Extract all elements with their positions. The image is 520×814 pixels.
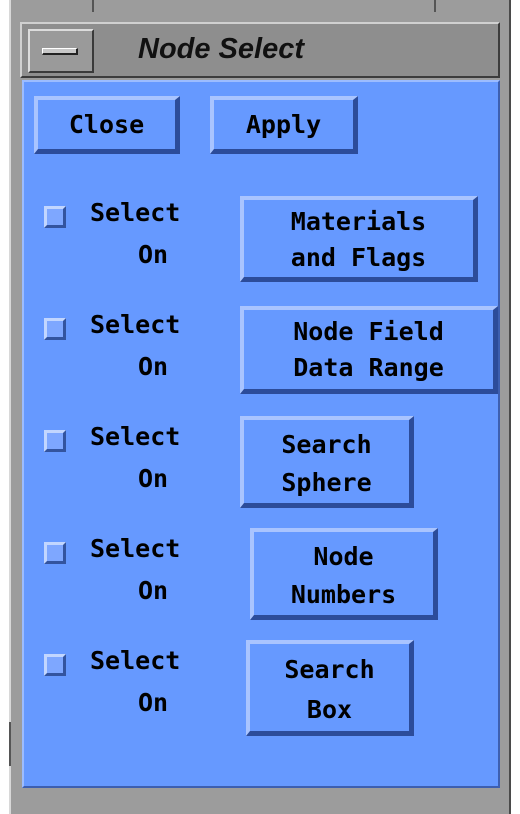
button-label: Node — [313, 542, 374, 571]
button-label: and Flags — [290, 243, 427, 272]
button-label: Data Range — [293, 353, 444, 382]
select-label: Select — [90, 310, 181, 339]
select-on-checkbox[interactable] — [44, 542, 66, 564]
select-label: Select — [90, 646, 181, 675]
select-label: Select — [90, 534, 181, 563]
select-on-checkbox[interactable] — [44, 318, 66, 340]
button-label: Sphere — [281, 468, 372, 497]
select-on-label: On — [137, 240, 169, 269]
node-numbers-button[interactable]: Node Numbers — [250, 528, 438, 620]
frame-notch — [434, 0, 436, 12]
select-on-checkbox[interactable] — [44, 430, 66, 452]
button-label: Search — [281, 430, 372, 459]
button-label: Search — [284, 655, 375, 684]
select-on-label: On — [137, 576, 169, 605]
button-label: Box — [306, 695, 353, 724]
window-title: Node Select — [138, 33, 304, 65]
materials-and-flags-button[interactable]: Materials and Flags — [240, 196, 478, 282]
select-on-label: On — [137, 688, 169, 717]
close-button[interactable]: Close — [34, 96, 180, 154]
select-label: Select — [90, 422, 181, 451]
select-on-label: On — [137, 352, 169, 381]
node-field-data-range-button[interactable]: Node Field Data Range — [240, 306, 498, 394]
apply-button[interactable]: Apply — [210, 96, 358, 154]
search-box-button[interactable]: Search Box — [246, 640, 414, 736]
button-label: Node Field — [293, 317, 444, 346]
select-label: Select — [90, 198, 181, 227]
window-menu-icon — [42, 48, 78, 55]
search-sphere-button[interactable]: Search Sphere — [240, 416, 414, 508]
window-menu-button[interactable] — [28, 29, 94, 73]
window-bottom-border — [22, 788, 500, 814]
select-on-checkbox[interactable] — [44, 654, 66, 676]
frame-notch — [92, 0, 94, 12]
button-label: Numbers — [290, 580, 397, 609]
select-on-checkbox[interactable] — [44, 206, 66, 228]
frame-notch — [9, 722, 11, 766]
dialog-panel: Close Apply Select On Materials and Flag… — [22, 80, 500, 788]
select-on-label: On — [137, 464, 169, 493]
button-label: Materials — [290, 207, 427, 236]
